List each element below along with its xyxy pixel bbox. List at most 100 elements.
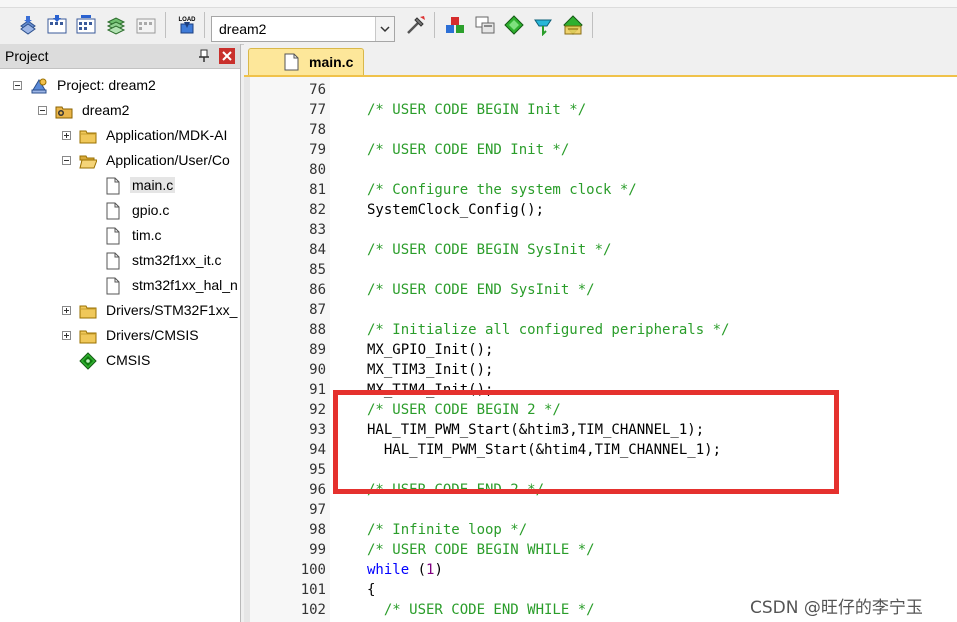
line-number: 87	[309, 302, 326, 318]
expand-icon[interactable]	[62, 306, 71, 315]
tree-item[interactable]: CMSIS	[62, 350, 240, 372]
target-select-value: dream2	[219, 21, 267, 37]
pack-installer-icon[interactable]	[503, 14, 525, 36]
line-number: 89	[309, 342, 326, 358]
tree-item-label: stm32f1xx_it.c	[132, 252, 222, 268]
file-extensions-icon[interactable]	[474, 14, 496, 36]
tree-item[interactable]: dream2	[38, 100, 240, 122]
pin-icon[interactable]	[197, 49, 211, 63]
tree-item[interactable]: stm32f1xx_it.c	[88, 250, 240, 272]
manage-components-icon[interactable]	[444, 14, 466, 36]
file-icon	[104, 227, 122, 245]
tree-item-label: Application/User/Co	[106, 152, 230, 168]
line-number: 76	[309, 82, 326, 98]
expand-icon[interactable]	[62, 131, 71, 140]
project-icon	[30, 77, 48, 95]
project-pane-header: Project	[0, 44, 240, 69]
tree-item[interactable]: Drivers/CMSIS	[62, 325, 240, 347]
code-line: /* USER CODE END WHILE */	[367, 602, 595, 618]
cmsis-diamond-icon	[79, 352, 97, 370]
line-number: 95	[309, 462, 326, 478]
toolbar: LOAD dream2	[0, 0, 957, 45]
tree-item[interactable]: gpio.c	[88, 200, 240, 222]
line-number: 83	[309, 222, 326, 238]
collapse-icon[interactable]	[13, 81, 22, 90]
code-line: /* Initialize all configured peripherals…	[367, 322, 730, 338]
code-line: /* USER CODE END Init */	[367, 142, 570, 158]
folder-icon	[79, 302, 97, 320]
line-number: 86	[309, 282, 326, 298]
editor: main.c 76 77 78 79 80 81 82 83 84 85 86 87 88 89 90 91 9…	[244, 44, 957, 622]
run-time-env-icon[interactable]	[562, 14, 584, 36]
line-number: 98	[309, 522, 326, 538]
line-number: 99	[309, 542, 326, 558]
code-line: MX_GPIO_Init();	[367, 342, 494, 358]
line-number: 85	[309, 262, 326, 278]
stop-build-icon[interactable]	[135, 14, 157, 36]
tree-item-label: main.c	[130, 177, 176, 193]
code-line: MX_TIM3_Init();	[367, 362, 494, 378]
line-number: 81	[309, 182, 326, 198]
tree-item[interactable]: Drivers/STM32F1xx_	[62, 300, 240, 322]
translate-icon[interactable]	[17, 14, 39, 36]
code-line: {	[367, 582, 376, 598]
rebuild-icon[interactable]	[75, 14, 97, 36]
target-select[interactable]: dream2	[211, 16, 395, 42]
tree-item-label: tim.c	[132, 227, 162, 243]
line-number: 82	[309, 202, 326, 218]
line-number: 77	[309, 102, 326, 118]
tree-item[interactable]: stm32f1xx_hal_n	[88, 275, 240, 297]
line-number: 97	[309, 502, 326, 518]
line-number: 91	[309, 382, 326, 398]
file-icon	[104, 277, 122, 295]
tree-item[interactable]: main.c	[88, 175, 240, 197]
code-area[interactable]: /* USER CODE BEGIN Init */ /* USER CODE E…	[330, 77, 957, 622]
collapse-icon[interactable]	[38, 106, 47, 115]
code-line: MX_TIM4_Init();	[367, 382, 494, 398]
folder-icon	[79, 127, 97, 145]
tree-item[interactable]: tim.c	[88, 225, 240, 247]
chevron-down-icon[interactable]	[375, 17, 394, 41]
tree-item-label: Drivers/STM32F1xx_	[106, 302, 238, 318]
tree-item[interactable]: Application/User/Co	[62, 150, 240, 172]
build-icon[interactable]	[46, 14, 68, 36]
tree-item-label: CMSIS	[106, 352, 151, 368]
tab-main-c[interactable]: main.c	[248, 48, 364, 75]
line-number: 93	[309, 422, 326, 438]
code-line: /* Configure the system clock */	[367, 182, 637, 198]
editor-tabstrip: main.c	[244, 44, 957, 77]
tree-item-label: gpio.c	[132, 202, 170, 218]
toolbar-separator	[165, 12, 166, 38]
project-pane: Project Project: dream2 dream2 Application…	[0, 44, 241, 622]
code-line: /* USER CODE END SysInit */	[367, 282, 595, 298]
tree-item-label: dream2	[82, 102, 130, 118]
file-icon	[104, 202, 122, 220]
menu-strip	[0, 0, 957, 8]
folder-icon	[79, 327, 97, 345]
line-number: 84	[309, 242, 326, 258]
collapse-icon[interactable]	[62, 156, 71, 165]
file-icon	[104, 252, 122, 270]
tree-item-label: stm32f1xx_hal_n	[132, 277, 238, 293]
keyword-token: while	[367, 562, 410, 578]
line-number: 100	[300, 562, 326, 578]
select-packs-icon[interactable]	[532, 14, 554, 36]
toolbar-separator	[434, 12, 435, 38]
close-icon[interactable]	[219, 48, 235, 64]
target-options-icon[interactable]	[405, 14, 427, 36]
line-number: 102	[300, 602, 326, 618]
code-line: /* USER CODE BEGIN 2 */	[367, 402, 561, 418]
batch-build-icon[interactable]	[105, 14, 127, 36]
tree-item[interactable]: Application/MDK-AI	[62, 125, 240, 147]
load-download-icon[interactable]: LOAD	[176, 14, 198, 36]
file-icon	[283, 53, 299, 71]
project-pane-title: Project	[5, 48, 49, 64]
expand-icon[interactable]	[62, 331, 71, 340]
line-number: 92	[309, 402, 326, 418]
line-number-gutter: 76 77 78 79 80 81 82 83 84 85 86 87 88 89 90 91 92 93 94 95…	[250, 77, 345, 622]
code-line: while (1)	[367, 562, 443, 578]
code-line: /* USER CODE BEGIN WHILE */	[367, 542, 595, 558]
watermark: CSDN @旺仔的李宁玉	[750, 598, 923, 618]
tree-item[interactable]: Project: dream2	[13, 75, 240, 97]
line-number: 90	[309, 362, 326, 378]
